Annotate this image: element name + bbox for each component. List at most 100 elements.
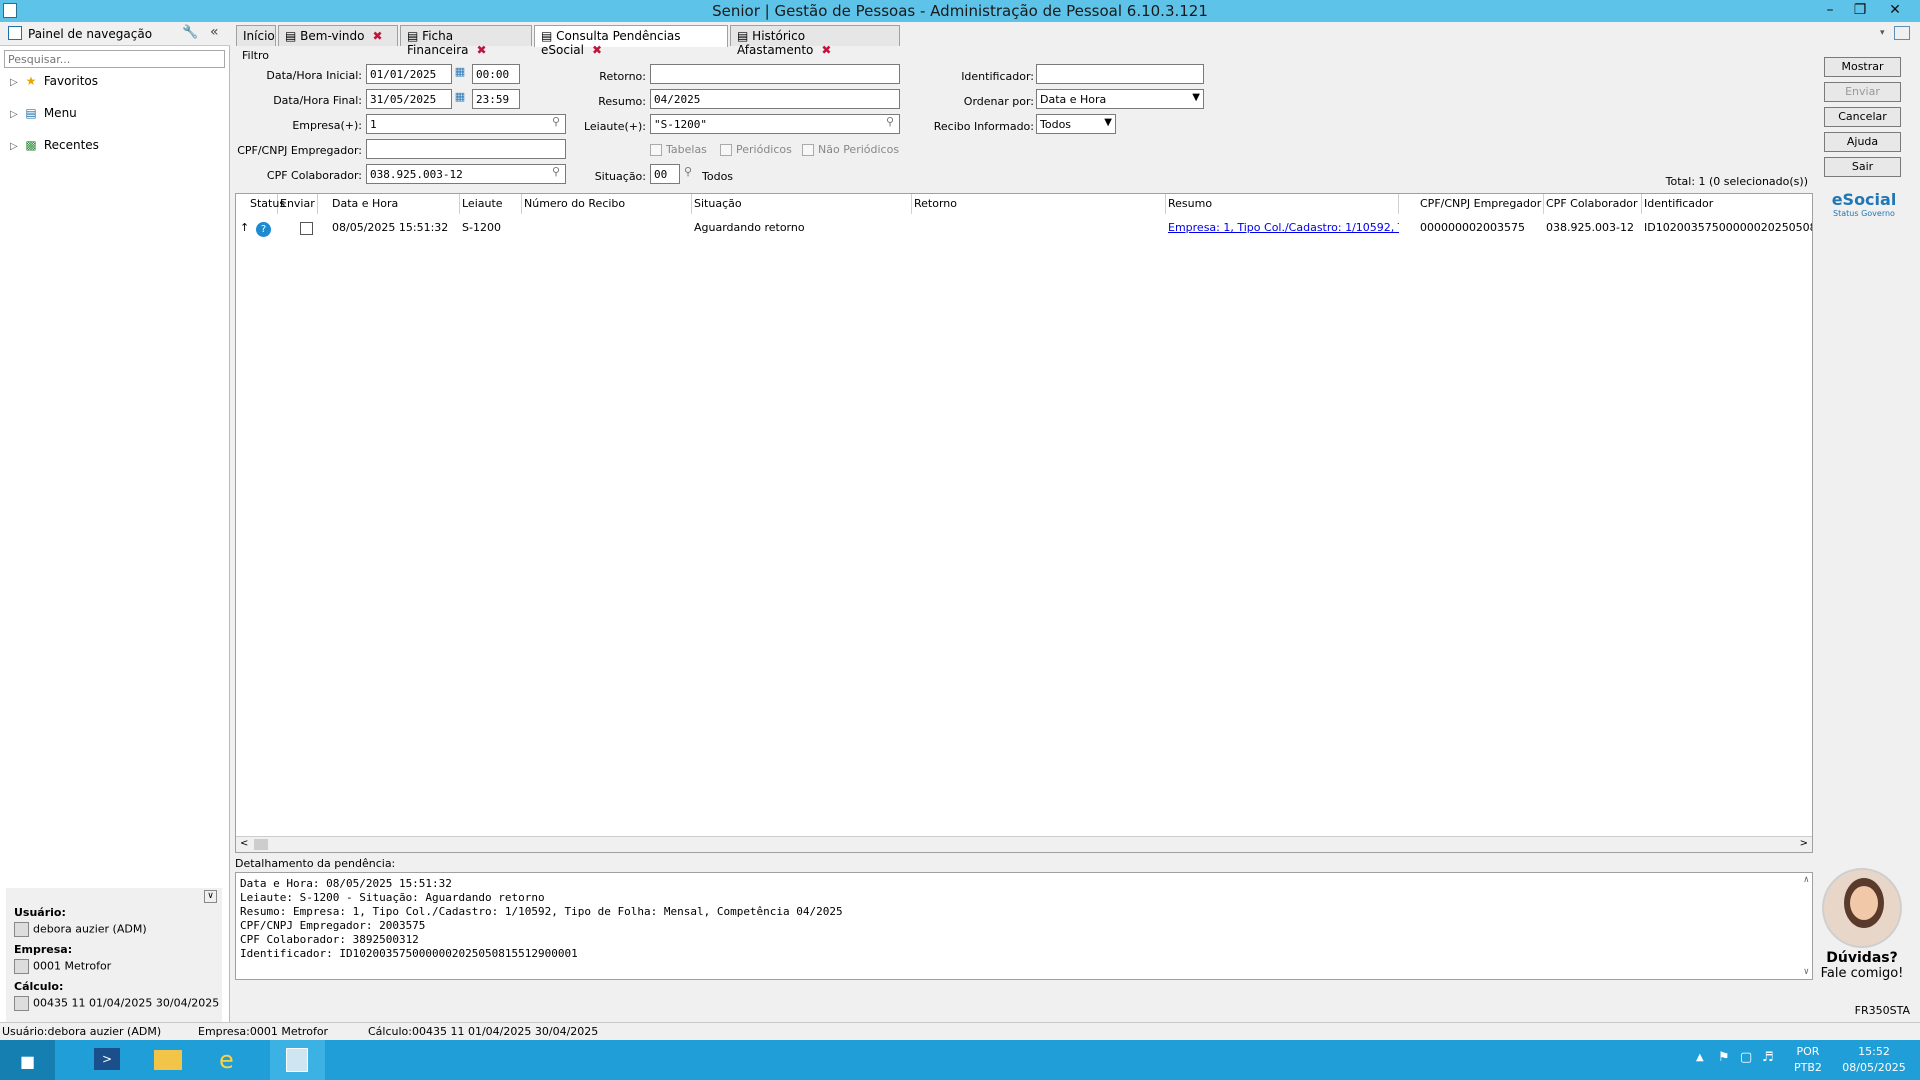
- col-header-numero-recibo[interactable]: Número do Recibo: [522, 194, 692, 214]
- user-info-box: ∨ Usuário: debora auzier (ADM) Empresa: …: [6, 888, 222, 1038]
- scroll-left-icon[interactable]: <: [240, 838, 248, 849]
- close-tab-icon[interactable]: ✖: [477, 43, 487, 57]
- col-header-identificador[interactable]: Identificador: [1642, 194, 1812, 214]
- tree-item-recentes[interactable]: ▷ ▩ Recentes: [10, 138, 99, 156]
- cnpj-input[interactable]: [366, 139, 566, 159]
- esocial-logo[interactable]: eSocial Status Governo: [1828, 190, 1900, 218]
- ie-icon[interactable]: e: [205, 1040, 260, 1080]
- nao-periodicos-checkbox[interactable]: Não Periódicos: [802, 143, 899, 156]
- col-header-retorno[interactable]: Retorno: [912, 194, 1166, 214]
- leiaute-input[interactable]: [650, 114, 900, 134]
- resumo-label: Resumo:: [598, 95, 646, 108]
- enviar-button[interactable]: Enviar: [1824, 82, 1901, 102]
- mostrar-button[interactable]: Mostrar: [1824, 57, 1901, 77]
- data-inicial-input[interactable]: [366, 64, 452, 84]
- horizontal-scrollbar[interactable]: < >: [236, 836, 1812, 852]
- start-button[interactable]: ■: [0, 1040, 55, 1080]
- tray-up-icon[interactable]: ▲: [1696, 1052, 1704, 1063]
- tree-item-label: Favoritos: [43, 74, 98, 88]
- collapse-panel-icon[interactable]: «: [210, 24, 219, 40]
- tree-item-favoritos[interactable]: ▷ ★ Favoritos: [10, 74, 98, 92]
- col-header-situacao[interactable]: Situação: [692, 194, 912, 214]
- detail-line: Resumo: Empresa: 1, Tipo Col./Cadastro: …: [240, 905, 843, 918]
- scroll-up-icon[interactable]: ∧: [1804, 875, 1809, 885]
- col-header-resumo[interactable]: Resumo: [1166, 194, 1399, 214]
- close-tab-icon[interactable]: ✖: [821, 43, 831, 57]
- col-header-cnpj[interactable]: CPF/CNPJ Empregador: [1418, 194, 1544, 214]
- empresa-input[interactable]: [366, 114, 566, 134]
- chevron-down-icon[interactable]: ▼: [1192, 92, 1200, 103]
- language-indicator[interactable]: POR PTB2: [1794, 1044, 1822, 1076]
- identificador-input[interactable]: [1036, 64, 1204, 84]
- close-tab-icon[interactable]: ✖: [592, 43, 602, 57]
- tab-inicio[interactable]: Início: [236, 25, 276, 46]
- hora-final-input[interactable]: [472, 89, 520, 109]
- tab-menu-icon[interactable]: ▾: [1880, 28, 1885, 38]
- search-icon[interactable]: ⚲: [680, 165, 696, 183]
- cpf-input[interactable]: [366, 164, 566, 184]
- col-header-enviar[interactable]: Enviar: [278, 194, 318, 214]
- restore-button[interactable]: ❐: [1845, 0, 1875, 20]
- chevron-down-icon[interactable]: ▼: [1104, 117, 1112, 128]
- nav-search-input[interactable]: [4, 50, 225, 68]
- checkbox-label: Tabelas: [666, 143, 707, 156]
- scroll-down-icon[interactable]: ∨: [1804, 967, 1809, 977]
- periodicos-checkbox[interactable]: Periódicos: [720, 143, 792, 156]
- flag-icon[interactable]: ⚑: [1718, 1050, 1730, 1065]
- tree-item-menu[interactable]: ▷ ▤ Menu: [10, 106, 77, 124]
- network-icon[interactable]: ▢: [1740, 1050, 1752, 1065]
- scroll-thumb[interactable]: [254, 839, 268, 850]
- tabelas-checkbox[interactable]: Tabelas: [650, 143, 707, 156]
- tab-bem-vindo[interactable]: ▤ Bem-vindo ✖: [278, 25, 398, 46]
- checkbox-box[interactable]: [650, 144, 662, 156]
- data-final-input[interactable]: [366, 89, 452, 109]
- close-tab-icon[interactable]: ✖: [372, 29, 382, 43]
- calendar-icon[interactable]: ▦: [452, 65, 468, 83]
- chevron-down-icon[interactable]: ∨: [204, 890, 217, 903]
- col-header-cpf[interactable]: CPF Colaborador: [1544, 194, 1642, 214]
- scroll-right-icon[interactable]: >: [1800, 838, 1808, 849]
- expand-arrow-icon[interactable]: ▷: [10, 109, 22, 120]
- retorno-input[interactable]: [650, 64, 900, 84]
- wrench-icon[interactable]: 🔧: [182, 25, 198, 40]
- tab-ficha-financeira[interactable]: ▤ Ficha Financeira ✖: [400, 25, 532, 57]
- search-icon[interactable]: ⚲: [882, 115, 898, 133]
- checkbox-box[interactable]: [720, 144, 732, 156]
- resumo-input[interactable]: [650, 89, 900, 109]
- powershell-icon[interactable]: >: [80, 1040, 135, 1080]
- clock-date: 08/05/2025: [1842, 1061, 1906, 1074]
- expand-arrow-icon[interactable]: ▷: [10, 141, 22, 152]
- ajuda-button[interactable]: Ajuda: [1824, 132, 1901, 152]
- recibo-select[interactable]: Todos ▼: [1036, 114, 1116, 134]
- checkbox-box[interactable]: [802, 144, 814, 156]
- volume-icon[interactable]: ♬: [1762, 1050, 1774, 1065]
- calendar-icon[interactable]: ▦: [452, 90, 468, 108]
- enviar-checkbox[interactable]: [286, 219, 326, 239]
- tab-historico-afastamento[interactable]: ▤ Histórico Afastamento ✖: [730, 25, 900, 57]
- navigation-panel-header: Painel de navegação 🔧 «: [0, 22, 230, 46]
- help-widget[interactable]: Dúvidas? Fale comigo!: [1818, 868, 1906, 981]
- tab-consulta-pendencias[interactable]: ▤ Consulta Pendências eSocial ✖: [534, 25, 728, 57]
- lang-line-2: PTB2: [1794, 1061, 1822, 1074]
- situacao-input[interactable]: [650, 164, 680, 184]
- close-button[interactable]: ✕: [1880, 0, 1910, 20]
- maximize-tab-icon[interactable]: [1894, 26, 1910, 40]
- senior-app-icon[interactable]: [270, 1040, 325, 1080]
- window-title: Senior | Gestão de Pessoas - Administraç…: [712, 2, 1208, 20]
- explorer-icon[interactable]: [140, 1040, 195, 1080]
- status-calc: Cálculo:00435 11 01/04/2025 30/04/2025: [368, 1025, 599, 1038]
- cancelar-button[interactable]: Cancelar: [1824, 107, 1901, 127]
- ordenar-select[interactable]: Data e Hora ▼: [1036, 89, 1204, 109]
- clock[interactable]: 15:52 08/05/2025: [1834, 1044, 1914, 1076]
- col-header-leiaute[interactable]: Leiaute: [460, 194, 522, 214]
- sair-button[interactable]: Sair: [1824, 157, 1901, 177]
- expand-arrow-icon[interactable]: ▷: [10, 77, 22, 88]
- col-header-status[interactable]: Status: [248, 194, 285, 214]
- cell-resumo-link[interactable]: Empresa: 1, Tipo Col./Cadastro: 1/10592,…: [1166, 218, 1399, 238]
- tree-item-label: Recentes: [43, 138, 99, 152]
- detail-textarea[interactable]: Data e Hora: 08/05/2025 15:51:32 Leiaute…: [235, 872, 1813, 980]
- navigation-panel-title: Painel de navegação: [28, 27, 153, 41]
- minimize-button[interactable]: –: [1815, 0, 1845, 20]
- hora-inicial-input[interactable]: [472, 64, 520, 84]
- col-header-data-hora[interactable]: Data e Hora: [330, 194, 460, 214]
